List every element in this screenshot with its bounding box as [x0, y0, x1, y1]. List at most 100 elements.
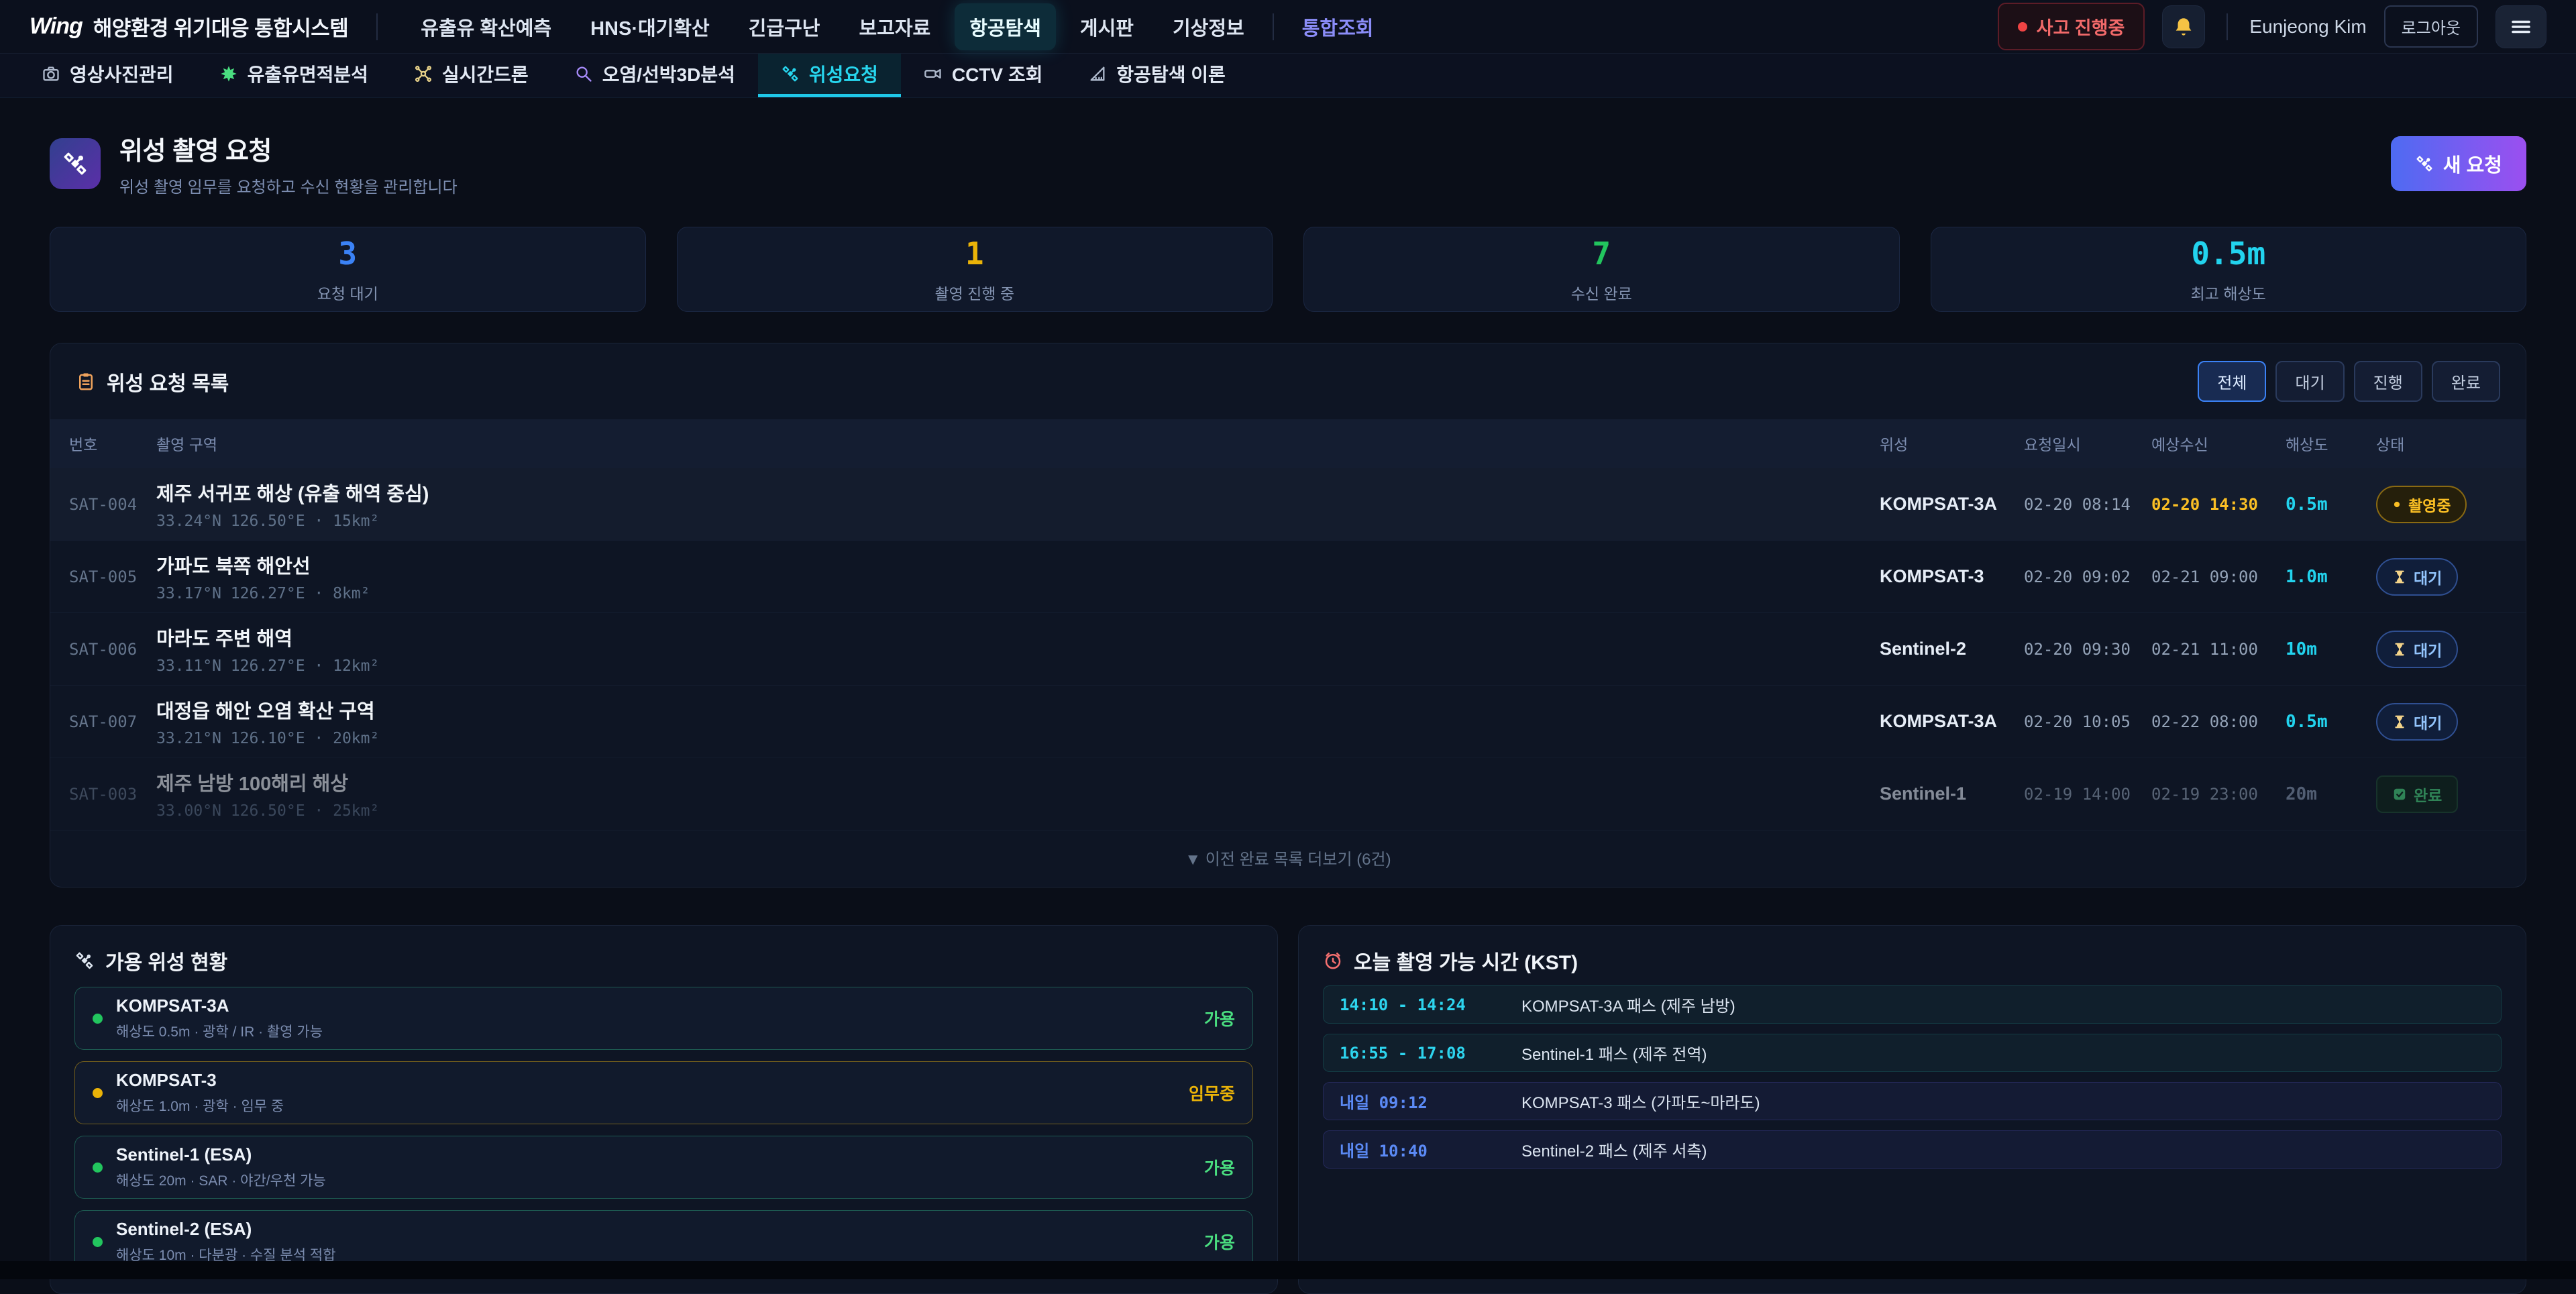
satellite-name: KOMPSAT-3A [1880, 711, 2024, 732]
requested-at: 02-20 10:05 [2024, 712, 2151, 731]
page-footer [0, 1261, 2576, 1279]
resolution: 20m [2286, 784, 2376, 804]
nav-item-weather[interactable]: 기상정보 [1158, 3, 1259, 50]
stat-value: 0.5m [2191, 235, 2265, 272]
satellite-item: KOMPSAT-3 해상도 1.0m · 광학 · 임무 중 임무중 [74, 1061, 1253, 1124]
table-row[interactable]: SAT-005 가파도 북쪽 해안선 33.17°N 126.27°E · 8k… [50, 540, 2526, 612]
area-coords: 33.00°N 126.50°E · 25km² [156, 802, 1880, 820]
logo-mark: Wing [30, 13, 83, 40]
stat-card-received: 7 수신 완료 [1303, 227, 1900, 312]
stat-value: 7 [1592, 235, 1611, 272]
dot-icon [2392, 500, 2402, 509]
filter-waiting[interactable]: 대기 [2275, 361, 2344, 402]
resolution: 1.0m [2286, 567, 2376, 587]
divider [1273, 13, 1274, 40]
tab-label: CCTV 조회 [952, 60, 1043, 87]
expected-at: 02-19 23:00 [2151, 785, 2286, 804]
tab-image-photo-management[interactable]: 영상사진관리 [19, 54, 197, 97]
panel-title-label: 가용 위성 현황 [105, 946, 227, 975]
filter-in-progress[interactable]: 진행 [2354, 361, 2422, 402]
tab-label: 위성요청 [809, 60, 878, 87]
alert-dot-icon [2018, 22, 2027, 32]
pass-label: Sentinel-1 패스 (제주 전역) [1521, 1041, 1707, 1065]
table-row[interactable]: SAT-007 대정읍 해안 오염 확산 구역 33.21°N 126.10°E… [50, 685, 2526, 757]
area-name: 가파도 북쪽 해안선 [156, 551, 1880, 579]
top-bar-right: 사고 진행중 Eunjeong Kim 로그아웃 [1998, 3, 2546, 50]
top-bar: Wing 해양환경 위기대응 통합시스템 유출유 확산예측 HNS·대기확산 긴… [0, 0, 2576, 54]
panel-title-label: 오늘 촬영 가능 시간 (KST) [1354, 946, 1578, 975]
main-nav: 유출유 확산예측 HNS·대기확산 긴급구난 보고자료 항공탐색 게시판 기상정… [406, 3, 1973, 50]
tab-pollution-3d-analysis[interactable]: 오염/선박3D분석 [551, 54, 758, 97]
tab-realtime-drone[interactable]: 실시간드론 [391, 54, 551, 97]
status-badge: 대기 [2376, 703, 2458, 741]
menu-button[interactable] [2496, 5, 2546, 48]
nav-item-aerial-search[interactable]: 항공탐색 [955, 3, 1056, 50]
tab-oil-area-analysis[interactable]: 유출유면적분석 [197, 54, 391, 97]
status-label: 촬영중 [2408, 493, 2451, 516]
pass-time: 내일 09:12 [1340, 1089, 1497, 1113]
request-id: SAT-004 [69, 495, 156, 514]
satellite-name: Sentinel-1 (ESA) [116, 1144, 1191, 1165]
new-request-button[interactable]: 새 요청 [2391, 136, 2526, 191]
notifications-button[interactable] [2162, 5, 2205, 48]
table-row[interactable]: SAT-004 제주 서귀포 해상 (유출 해역 중심) 33.24°N 126… [50, 468, 2526, 540]
nav-item-rescue[interactable]: 긴급구난 [734, 3, 835, 50]
panel-title-label: 위성 요청 목록 [107, 367, 229, 396]
satellite-name: Sentinel-2 (ESA) [116, 1219, 1191, 1240]
satellite-desc: 해상도 20m · SAR · 야간/우천 가능 [116, 1170, 1191, 1190]
availability-badge: 가용 [1204, 1155, 1235, 1179]
satellite-item: KOMPSAT-3A 해상도 0.5m · 광학 / IR · 촬영 가능 가용 [74, 987, 1253, 1050]
column-header-expected: 예상수신 [2151, 432, 2286, 455]
request-id: SAT-003 [69, 785, 156, 804]
satellite-icon [62, 150, 89, 177]
column-header-requested: 요청일시 [2024, 432, 2151, 455]
pass-window-row: 내일 09:12 KOMPSAT-3 패스 (가파도~마라도) [1323, 1082, 2502, 1120]
table-row[interactable]: SAT-006 마라도 주변 해역 33.11°N 126.27°E · 12k… [50, 612, 2526, 685]
divider [376, 13, 378, 40]
nav-item-integrated-search[interactable]: 통합조회 [1287, 3, 1389, 50]
satellite-name: KOMPSAT-3A [1880, 494, 2024, 515]
stat-card-pending: 3 요청 대기 [50, 227, 646, 312]
requested-at: 02-20 09:30 [2024, 640, 2151, 659]
status-filter-chips: 전체 대기 진행 완료 [2198, 361, 2500, 402]
hamburger-icon [2509, 15, 2533, 39]
bottom-panels: 가용 위성 현황 KOMPSAT-3A 해상도 0.5m · 광학 / IR ·… [50, 925, 2526, 1294]
request-id: SAT-006 [69, 640, 156, 659]
resolution: 10m [2286, 639, 2376, 659]
table-header: 번호 촬영 구역 위성 요청일시 예상수신 해상도 상태 [50, 419, 2526, 468]
tab-label: 영상사진관리 [70, 60, 174, 87]
tab-label: 실시간드론 [442, 60, 529, 87]
pass-label: Sentinel-2 패스 (제주 서측) [1521, 1138, 1707, 1161]
tab-satellite-request[interactable]: 위성요청 [758, 54, 901, 97]
area-coords: 33.24°N 126.50°E · 15km² [156, 513, 1880, 530]
pass-window-row: 16:55 - 17:08 Sentinel-1 패스 (제주 전역) [1323, 1034, 2502, 1072]
show-more-completed-link[interactable]: ▼ 이전 완료 목록 더보기 (6건) [50, 830, 2526, 887]
requested-at: 02-20 08:14 [2024, 495, 2151, 514]
filter-all[interactable]: 전체 [2198, 361, 2266, 402]
area-name: 마라도 주변 해역 [156, 623, 1880, 651]
panel-title: 오늘 촬영 가능 시간 (KST) [1323, 946, 2502, 975]
tab-label: 유출유면적분석 [248, 60, 368, 87]
page-titles: 위성 촬영 요청 위성 촬영 임무를 요청하고 수신 현황을 관리합니다 [119, 130, 2372, 197]
nav-item-board[interactable]: 게시판 [1065, 3, 1148, 50]
satellite-icon [781, 64, 800, 83]
tab-aerial-search-theory[interactable]: 항공탐색 이론 [1065, 54, 1248, 97]
status-label: 대기 [2414, 565, 2442, 588]
status-label: 대기 [2414, 638, 2442, 661]
nav-item-reports[interactable]: 보고자료 [844, 3, 945, 50]
nav-item-hns[interactable]: HNS·대기확산 [576, 3, 724, 50]
table-row[interactable]: SAT-003 제주 남방 100해리 해상 33.00°N 126.50°E … [50, 757, 2526, 830]
magnifier-icon [574, 64, 593, 83]
satellite-desc: 해상도 1.0m · 광학 · 임무 중 [116, 1095, 1175, 1116]
tab-cctv-view[interactable]: CCTV 조회 [901, 54, 1066, 97]
status-badge: 촬영중 [2376, 486, 2467, 523]
logout-button[interactable]: 로그아웃 [2384, 5, 2478, 48]
filter-done[interactable]: 완료 [2432, 361, 2500, 402]
divider [2226, 13, 2228, 40]
satellite-icon [74, 951, 95, 971]
request-id: SAT-005 [69, 568, 156, 586]
status-badge: 대기 [2376, 558, 2458, 596]
column-header-status: 상태 [2376, 432, 2507, 455]
nav-item-oil-spill[interactable]: 유출유 확산예측 [406, 3, 566, 50]
pass-window-row: 내일 10:40 Sentinel-2 패스 (제주 서측) [1323, 1130, 2502, 1169]
